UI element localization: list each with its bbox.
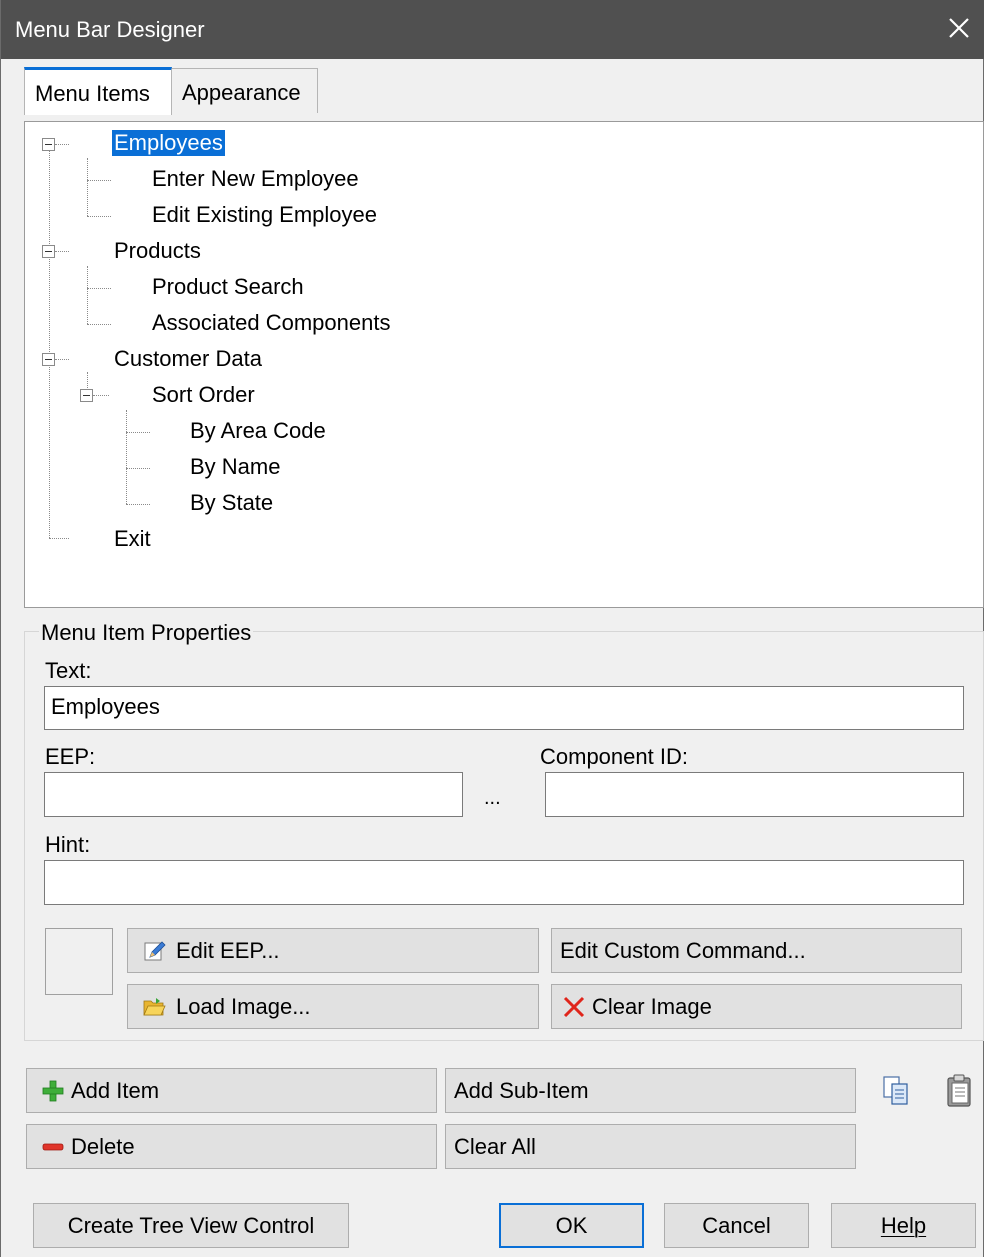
create-tree-view-control-button[interactable]: Create Tree View Control xyxy=(33,1203,349,1248)
add-sub-item-label: Add Sub-Item xyxy=(454,1077,589,1103)
tree-connector xyxy=(55,144,69,145)
tree-node-product-search[interactable]: Product Search xyxy=(152,274,304,300)
group-label: Menu Item Properties xyxy=(39,620,254,646)
clear-all-label: Clear All xyxy=(454,1133,536,1159)
image-preview xyxy=(45,928,113,995)
eep-browse-button[interactable]: ... xyxy=(484,787,501,810)
clear-image-label: Clear Image xyxy=(592,993,712,1019)
add-item-label: Add Item xyxy=(71,1077,160,1103)
tree-node-by-area-code[interactable]: By Area Code xyxy=(190,418,326,444)
tree-connector xyxy=(87,180,111,181)
edit-custom-command-button[interactable]: Edit Custom Command... xyxy=(551,928,962,973)
pencil-icon xyxy=(144,940,166,960)
edit-custom-command-label: Edit Custom Command... xyxy=(560,937,806,963)
menu-bar-designer-window: Menu Bar Designer Menu Items Appearance xyxy=(0,0,984,1257)
tree-connector xyxy=(126,432,150,433)
tab-menu-items[interactable]: Menu Items xyxy=(24,67,172,115)
tree-node-employees[interactable]: Employees xyxy=(111,129,226,157)
collapse-toggle[interactable] xyxy=(42,245,55,258)
collapse-toggle[interactable] xyxy=(42,353,55,366)
paste-icon[interactable] xyxy=(944,1073,974,1109)
close-icon[interactable] xyxy=(945,14,973,42)
edit-eep-label: Edit EEP... xyxy=(176,937,280,963)
collapse-toggle[interactable] xyxy=(80,389,93,402)
text-field[interactable]: Employees xyxy=(44,686,964,730)
tree-connector xyxy=(55,251,69,252)
green-plus-icon xyxy=(42,1080,64,1101)
tab-label: Menu Items xyxy=(35,81,150,106)
add-item-button[interactable]: Add Item xyxy=(26,1068,437,1113)
tree-connector xyxy=(87,324,111,325)
folder-open-icon xyxy=(143,997,166,1015)
tree-connector xyxy=(126,410,127,504)
cancel-button[interactable]: Cancel xyxy=(664,1203,809,1248)
tree-node-associated-components[interactable]: Associated Components xyxy=(152,310,390,336)
tree-connector xyxy=(126,504,150,505)
clear-all-button[interactable]: Clear All xyxy=(445,1124,856,1169)
tree-node-by-name[interactable]: By Name xyxy=(190,454,280,480)
window-title: Menu Bar Designer xyxy=(15,17,205,42)
tab-label: Appearance xyxy=(182,80,301,105)
delete-label: Delete xyxy=(71,1133,135,1159)
tree-connector xyxy=(126,468,150,469)
load-image-button[interactable]: Load Image... xyxy=(127,984,539,1029)
tree-connector xyxy=(87,288,111,289)
tree-connector xyxy=(93,395,109,396)
help-label: Help xyxy=(880,1212,927,1238)
eep-label: EEP: xyxy=(45,744,96,769)
eep-field[interactable] xyxy=(44,772,463,817)
component-id-label: Component ID: xyxy=(540,744,688,769)
cancel-label: Cancel xyxy=(702,1212,771,1238)
tree-connector xyxy=(87,158,88,216)
clear-image-button[interactable]: Clear Image xyxy=(551,984,962,1029)
hint-field[interactable] xyxy=(44,860,964,905)
ok-button[interactable]: OK xyxy=(499,1203,644,1248)
collapse-toggle[interactable] xyxy=(42,138,55,151)
tab-appearance[interactable]: Appearance xyxy=(171,68,318,113)
menu-tree-view[interactable]: Employees Enter New Employee Edit Existi… xyxy=(24,121,984,608)
tree-node-exit[interactable]: Exit xyxy=(114,526,151,552)
copy-icon[interactable] xyxy=(881,1073,911,1109)
load-image-label: Load Image... xyxy=(176,993,311,1019)
text-label: Text: xyxy=(45,658,92,683)
hint-label: Hint: xyxy=(45,832,91,857)
tree-node-sort-order[interactable]: Sort Order xyxy=(152,382,255,408)
tree-node-products[interactable]: Products xyxy=(114,238,201,264)
tree-connector xyxy=(49,538,69,539)
tree-node-enter-new-employee[interactable]: Enter New Employee xyxy=(152,166,359,192)
create-tree-view-label: Create Tree View Control xyxy=(67,1212,315,1238)
tree-node-by-state[interactable]: By State xyxy=(190,490,273,516)
tree-connector xyxy=(87,216,111,217)
tree-node-customer-data[interactable]: Customer Data xyxy=(114,346,262,372)
edit-eep-button[interactable]: Edit EEP... xyxy=(127,928,539,973)
tree-connector xyxy=(55,359,69,360)
title-bar[interactable]: Menu Bar Designer xyxy=(1,0,984,59)
delete-button[interactable]: Delete xyxy=(26,1124,437,1169)
component-id-field[interactable] xyxy=(545,772,964,817)
tree-connector xyxy=(49,150,50,538)
add-sub-item-button[interactable]: Add Sub-Item xyxy=(445,1068,856,1113)
ok-label: OK xyxy=(555,1212,588,1238)
red-minus-icon xyxy=(42,1143,64,1150)
tree-node-edit-existing-employee[interactable]: Edit Existing Employee xyxy=(152,202,377,228)
tree-connector xyxy=(87,266,88,324)
help-button[interactable]: Help xyxy=(831,1203,976,1248)
red-x-icon xyxy=(563,996,585,1017)
